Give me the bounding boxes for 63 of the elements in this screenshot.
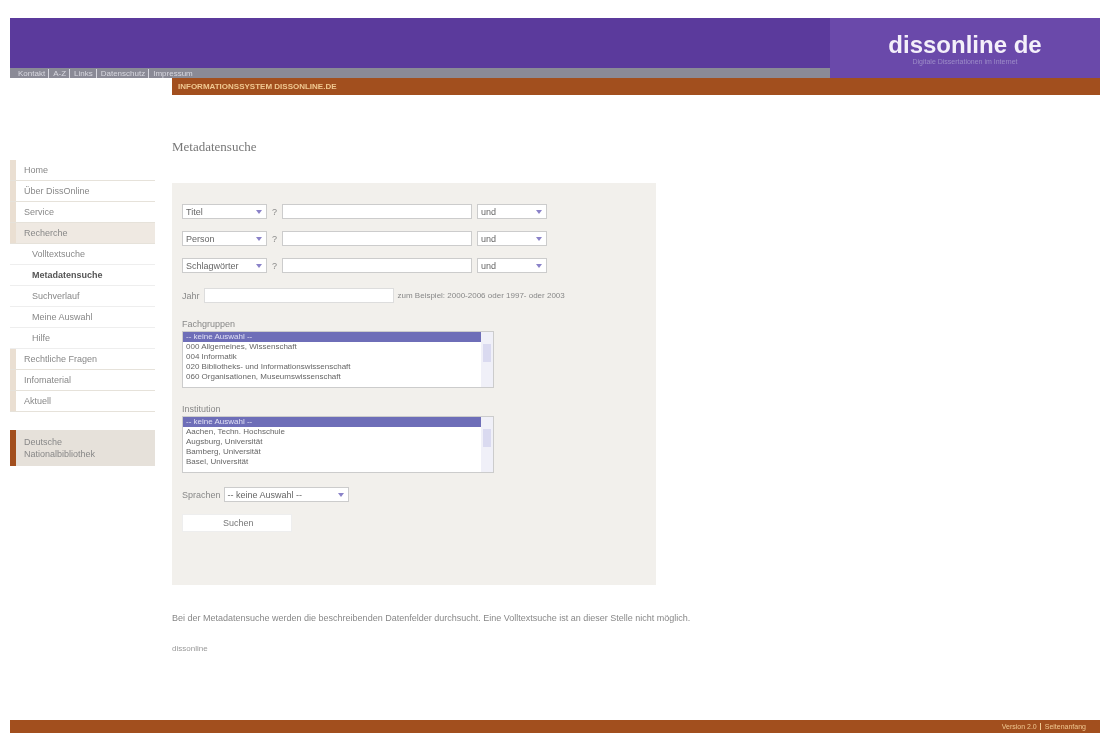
language-select[interactable]: -- keine Auswahl -- (223, 487, 349, 502)
top-nav-link[interactable]: Kontakt (18, 68, 46, 78)
list-option[interactable]: 020 Bibliotheks- und Informationswissenschaft (183, 362, 481, 372)
site-logo[interactable]: dissonline de (888, 31, 1042, 58)
search-button[interactable]: Suchen (182, 514, 292, 532)
list-label: Fachgruppen (182, 319, 237, 329)
scrollbar[interactable] (481, 417, 493, 472)
year-input[interactable] (203, 288, 394, 303)
list-option[interactable]: 004 Informatik (183, 352, 481, 362)
list-option[interactable]: Bamberg, Universität (183, 447, 481, 457)
dropdown-arrow-icon (535, 208, 543, 215)
operator-select[interactable]: und (477, 231, 547, 246)
search-input[interactable] (282, 204, 472, 219)
sidebar-item[interactable]: Rechtliche Fragen (10, 349, 155, 370)
sidebar-subitem[interactable]: Hilfe (10, 328, 155, 349)
partner-link[interactable]: Deutsche Nationalbibliothek (10, 430, 155, 466)
sidebar-subitem[interactable]: Metadatensuche (10, 265, 155, 286)
list-option[interactable]: Augsburg, Universität (183, 437, 481, 447)
dropdown-arrow-icon (535, 262, 543, 269)
top-nav-link[interactable]: Datenschutz (95, 68, 146, 78)
field-select[interactable]: Person (182, 231, 267, 246)
info-paragraph: Bei der Metadatensuche werden die beschreibenden Datenfelder durchsucht. Eine Volltextsuche ist an dieser Stelle nicht möglich. (172, 612, 692, 625)
field-select[interactable]: Titel (182, 204, 267, 219)
dropdown-arrow-icon (336, 491, 345, 498)
top-nav-link[interactable]: A-Z (48, 68, 67, 78)
year-hint: zum Beispiel: 2000-2006 oder 1997- oder 2003 (397, 291, 565, 300)
dropdown-arrow-icon (255, 208, 263, 215)
help-link[interactable]: ? (272, 206, 277, 217)
list-box[interactable]: -- keine Auswahl -- 000 Allgemeines, Wissenschaft 004 Informatik 020 Bibliotheks- und Informationswissenschaft 060 Organisationen, Museumswissenschaft (182, 331, 494, 388)
field-select[interactable]: Schlagwörter (182, 258, 267, 273)
sidebar-item[interactable]: Home (10, 160, 155, 181)
search-input[interactable] (282, 258, 472, 273)
language-label: Sprachen (182, 489, 221, 500)
sidebar-item[interactable]: Infomaterial (10, 370, 155, 391)
page-title: Metadatensuche (172, 139, 258, 155)
list-option[interactable]: -- keine Auswahl -- (183, 332, 481, 342)
list-option[interactable]: 060 Organisationen, Museumswissenschaft (183, 372, 481, 382)
list-box[interactable]: -- keine Auswahl -- Aachen, Techn. Hochschule Augsburg, Universität Bamberg, Universität Basel, Universität (182, 416, 494, 473)
list-option[interactable]: Aachen, Techn. Hochschule (183, 427, 481, 437)
sidebar-item[interactable]: Recherche (10, 223, 155, 244)
sidebar-subitem[interactable]: Volltextsuche (10, 244, 155, 265)
sidebar-subitem[interactable]: Meine Auswahl (10, 307, 155, 328)
sidebar-item[interactable]: Über DissOnline (10, 181, 155, 202)
search-input[interactable] (282, 231, 472, 246)
list-option[interactable]: 000 Allgemeines, Wissenschaft (183, 342, 481, 352)
dropdown-arrow-icon (255, 262, 263, 269)
list-label: Institution (182, 404, 222, 414)
scrollbar[interactable] (481, 332, 493, 387)
dropdown-arrow-icon (535, 235, 543, 242)
year-label: Jahr (182, 290, 200, 301)
operator-select[interactable]: und (477, 204, 547, 219)
footer-link[interactable]: dissonline (172, 644, 872, 653)
banner-text: INFORMATIONSSYSTEM DISSONLINE.DE (178, 82, 337, 91)
dropdown-arrow-icon (255, 235, 263, 242)
sidebar-subitem[interactable]: Suchverlauf (10, 286, 155, 307)
help-link[interactable]: ? (272, 233, 277, 244)
top-nav-link[interactable]: Links (69, 68, 93, 78)
help-link[interactable]: ? (272, 260, 277, 271)
operator-select[interactable]: und (477, 258, 547, 273)
list-option[interactable]: -- keine Auswahl -- (183, 417, 481, 427)
sidebar-item[interactable]: Aktuell (10, 391, 155, 412)
top-nav-link[interactable]: Impressum (148, 68, 193, 78)
list-option[interactable]: Basel, Universität (183, 457, 481, 467)
